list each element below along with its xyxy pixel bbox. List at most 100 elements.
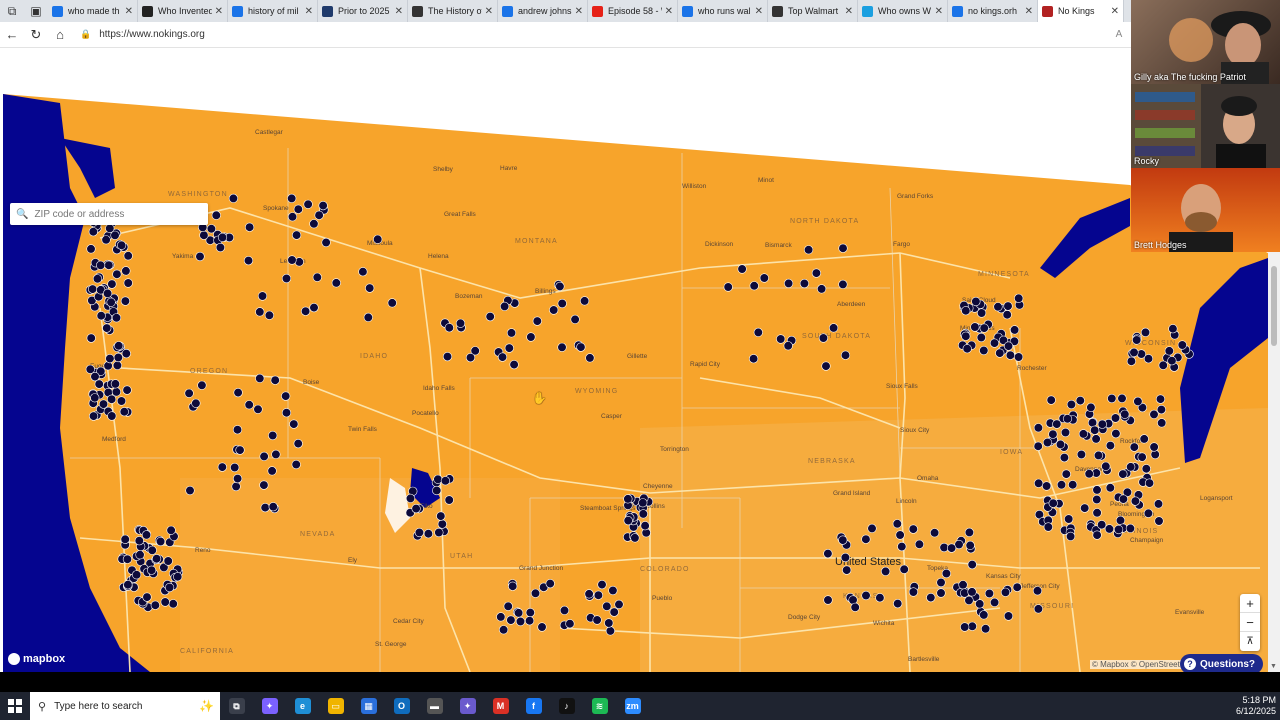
close-tab-icon[interactable]: ✕ — [755, 6, 763, 17]
event-marker[interactable] — [1033, 478, 1044, 488]
event-marker[interactable] — [268, 502, 278, 512]
reset-bearing-button[interactable]: ⊼ — [1240, 632, 1260, 651]
event-marker[interactable] — [579, 296, 590, 306]
event-marker[interactable] — [442, 352, 453, 362]
event-marker[interactable] — [281, 273, 292, 284]
event-marker[interactable] — [293, 439, 303, 449]
event-marker[interactable] — [584, 589, 594, 599]
event-marker[interactable] — [199, 230, 209, 240]
zoom-in-button[interactable]: + — [1240, 594, 1260, 613]
event-marker[interactable] — [964, 527, 975, 538]
event-marker[interactable] — [842, 565, 852, 575]
event-marker[interactable] — [110, 230, 120, 240]
event-marker[interactable] — [1090, 425, 1100, 435]
event-marker[interactable] — [414, 527, 425, 538]
event-marker[interactable] — [979, 345, 989, 356]
event-marker[interactable] — [967, 621, 977, 631]
event-marker[interactable] — [840, 552, 851, 563]
event-marker[interactable] — [1013, 352, 1024, 362]
event-marker[interactable] — [292, 230, 302, 240]
close-tab-icon[interactable]: ✕ — [665, 6, 673, 17]
close-tab-icon[interactable]: ✕ — [575, 6, 583, 17]
event-marker[interactable] — [532, 316, 542, 326]
event-marker[interactable] — [497, 352, 508, 362]
event-marker[interactable] — [166, 525, 176, 535]
event-marker[interactable] — [630, 533, 640, 543]
taskbar-search[interactable]: ⚲ Type here to search ✨ — [30, 692, 220, 720]
event-marker[interactable] — [838, 279, 848, 289]
event-marker[interactable] — [243, 256, 254, 266]
event-marker[interactable] — [1117, 393, 1127, 404]
event-marker[interactable] — [358, 267, 368, 277]
participant-tile[interactable]: Brett Hodges — [1131, 168, 1280, 252]
event-marker[interactable] — [1104, 524, 1114, 534]
store-taskbar-button[interactable]: ▦ — [352, 692, 385, 720]
tab-1[interactable]: who made th ✕ — [48, 0, 138, 22]
event-marker[interactable] — [749, 281, 759, 291]
event-marker[interactable] — [958, 580, 968, 590]
event-marker[interactable] — [592, 615, 602, 625]
event-marker[interactable] — [405, 493, 416, 504]
zoom-taskbar-button[interactable]: zm — [616, 692, 649, 720]
tab-12[interactable]: No Kings ✕ — [1038, 0, 1124, 22]
event-marker[interactable] — [776, 334, 786, 344]
event-marker[interactable] — [231, 481, 241, 492]
event-marker[interactable] — [123, 251, 133, 261]
event-marker[interactable] — [980, 624, 991, 634]
event-marker[interactable] — [1157, 418, 1167, 428]
event-marker[interactable] — [759, 273, 769, 283]
outlook-taskbar-button[interactable]: O — [385, 692, 418, 720]
tab-6[interactable]: andrew johns ✕ — [498, 0, 588, 22]
event-marker[interactable] — [989, 338, 1000, 348]
event-marker[interactable] — [1064, 514, 1074, 524]
event-marker[interactable] — [614, 599, 624, 610]
event-marker[interactable] — [1150, 449, 1160, 460]
event-marker[interactable] — [191, 398, 201, 408]
event-marker[interactable] — [506, 328, 517, 338]
tab-3[interactable]: history of mil ✕ — [228, 0, 318, 22]
event-marker[interactable] — [838, 535, 848, 545]
event-marker[interactable] — [217, 232, 228, 242]
event-marker[interactable] — [122, 385, 132, 395]
event-marker[interactable] — [147, 565, 157, 575]
event-marker[interactable] — [1120, 409, 1130, 419]
event-marker[interactable] — [101, 235, 111, 245]
event-marker[interactable] — [110, 379, 120, 389]
workspaces-icon[interactable]: ⧉ — [0, 0, 24, 22]
mapbox-logo[interactable]: mapbox — [8, 653, 65, 665]
event-marker[interactable] — [1154, 516, 1164, 526]
tab-11[interactable]: no kings.orh ✕ — [948, 0, 1038, 22]
event-marker[interactable] — [605, 626, 616, 636]
event-marker[interactable] — [92, 274, 103, 284]
event-marker[interactable] — [293, 204, 303, 214]
event-marker[interactable] — [287, 212, 298, 222]
event-marker[interactable] — [105, 354, 115, 364]
event-marker[interactable] — [1043, 522, 1053, 532]
event-marker[interactable] — [748, 354, 759, 364]
event-marker[interactable] — [1042, 437, 1053, 448]
participant-tile[interactable]: Rocky — [1131, 84, 1280, 168]
event-marker[interactable] — [387, 298, 397, 308]
event-marker[interactable] — [1143, 354, 1154, 364]
event-marker[interactable] — [964, 595, 974, 606]
event-marker[interactable] — [88, 411, 99, 421]
event-marker[interactable] — [602, 601, 612, 611]
event-marker[interactable] — [962, 344, 972, 354]
event-marker[interactable] — [120, 534, 130, 544]
event-marker[interactable] — [861, 590, 871, 601]
event-marker[interactable] — [465, 353, 476, 363]
event-marker[interactable] — [1167, 356, 1177, 366]
event-marker[interactable] — [271, 449, 281, 460]
event-marker[interactable] — [434, 527, 444, 538]
event-marker[interactable] — [753, 327, 763, 338]
event-marker[interactable] — [513, 608, 524, 618]
event-marker[interactable] — [1061, 469, 1071, 479]
event-marker[interactable] — [530, 588, 541, 598]
zip-input[interactable] — [34, 208, 205, 220]
event-marker[interactable] — [86, 333, 96, 343]
close-tab-icon[interactable]: ✕ — [125, 6, 133, 17]
address-field[interactable]: 🔒 https://www.nokings.org — [80, 29, 1107, 40]
event-marker[interactable] — [971, 296, 981, 307]
event-marker[interactable] — [640, 521, 650, 531]
event-marker[interactable] — [1076, 449, 1086, 460]
